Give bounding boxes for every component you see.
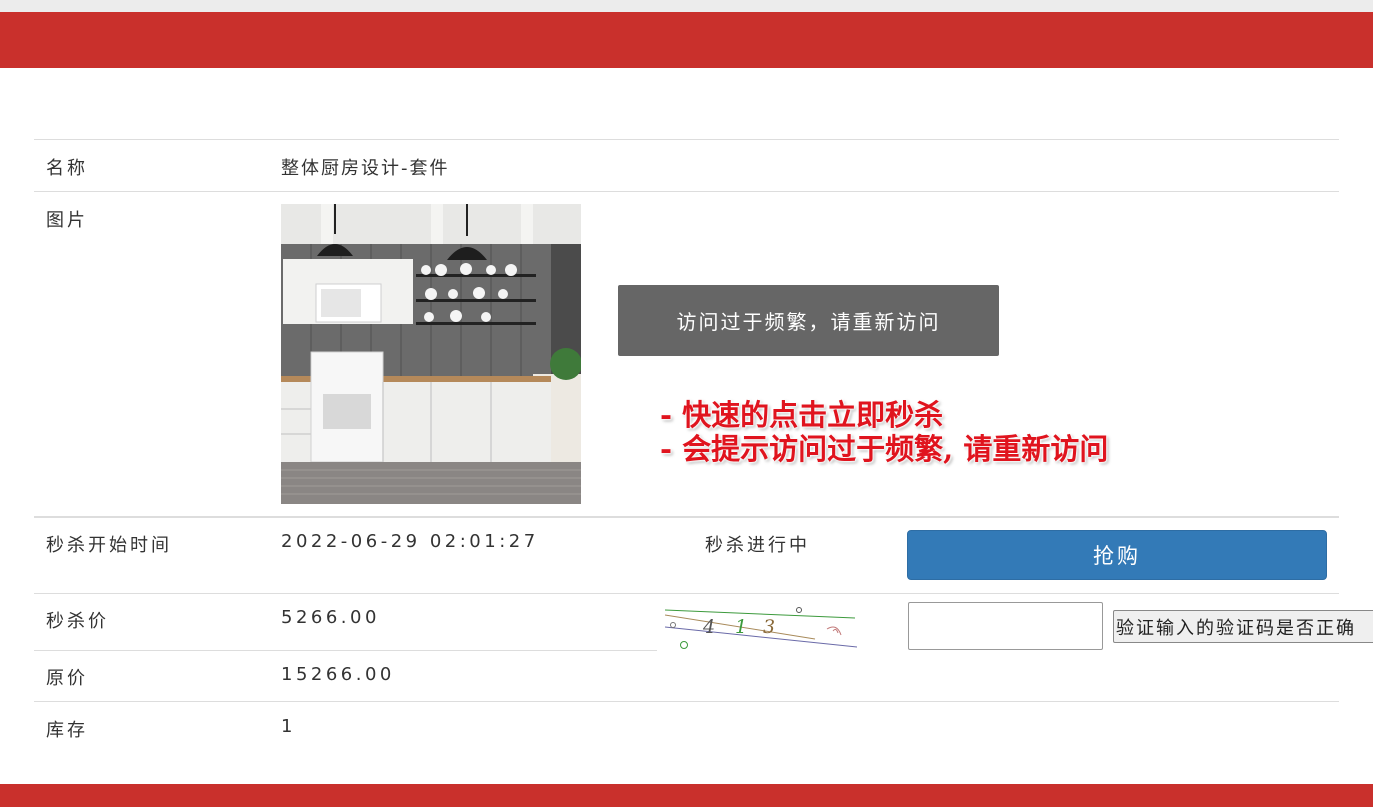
header-bar bbox=[0, 12, 1373, 68]
row-divider bbox=[34, 593, 1339, 594]
captcha-input[interactable] bbox=[908, 602, 1103, 650]
captcha-image[interactable]: 4 1 3 bbox=[664, 605, 858, 650]
stock-label: 库存 bbox=[46, 720, 88, 741]
captcha-digit: 1 bbox=[735, 616, 747, 638]
product-name: 整体厨房设计-套件 bbox=[281, 158, 450, 179]
original-price-label: 原价 bbox=[46, 668, 88, 689]
annotation-text: - 快速的点击立即秒杀 - 会提示访问过于频繁, 请重新访问 bbox=[660, 398, 1108, 466]
annotation-line-2: - 会提示访问过于频繁, 请重新访问 bbox=[660, 432, 1109, 466]
seckill-status: 秒杀进行中 bbox=[705, 535, 810, 556]
annotation-line-1: - 快速的点击立即秒杀 bbox=[660, 398, 944, 432]
start-time-label: 秒杀开始时间 bbox=[46, 535, 172, 556]
footer-bar bbox=[0, 784, 1373, 807]
row-divider bbox=[34, 701, 1339, 702]
seckill-price-value: 5266.00 bbox=[281, 607, 380, 628]
image-label: 图片 bbox=[46, 210, 88, 231]
start-time-value: 2022-06-29 02:01:27 bbox=[281, 531, 539, 552]
buy-button[interactable]: 抢购 bbox=[907, 530, 1327, 580]
row-divider bbox=[34, 191, 1339, 192]
browser-top-strip bbox=[0, 0, 1373, 12]
rate-limit-toast: 访问过于频繁，请重新访问 bbox=[618, 285, 999, 356]
seckill-price-label: 秒杀价 bbox=[46, 611, 109, 632]
name-label: 名称 bbox=[46, 158, 88, 179]
captcha-digit: 3 bbox=[763, 616, 775, 638]
captcha-digit: 4 bbox=[702, 616, 715, 638]
row-divider bbox=[34, 650, 657, 651]
table-top-border bbox=[34, 139, 1339, 140]
product-image bbox=[281, 204, 581, 504]
row-divider bbox=[34, 516, 1339, 518]
verify-captcha-button[interactable]: 验证输入的验证码是否正确 bbox=[1113, 610, 1373, 643]
stock-value: 1 bbox=[281, 716, 296, 737]
original-price-value: 15266.00 bbox=[281, 664, 395, 685]
